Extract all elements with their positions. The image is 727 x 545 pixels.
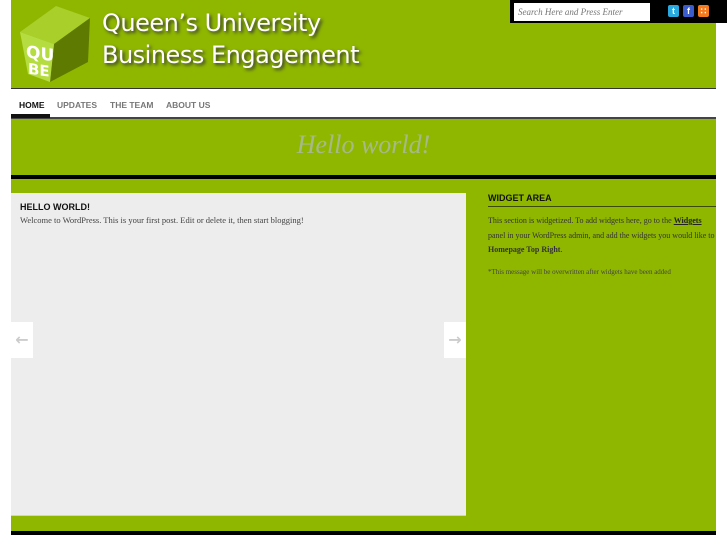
nav-updates[interactable]: UPDATES — [57, 100, 97, 110]
facebook-icon[interactable]: f — [683, 5, 694, 17]
main-nav: HOME UPDATES THE TEAM ABOUT US — [11, 90, 716, 119]
widget-text-part: This section is widgetized. To add widge… — [488, 216, 674, 225]
nav-the-team[interactable]: THE TEAM — [110, 100, 153, 110]
widget-text-part: panel in your WordPress admin, and add t… — [488, 230, 715, 240]
widget-text-part: . — [560, 245, 563, 254]
footer-divider — [11, 531, 716, 535]
twitter-icon[interactable]: t — [668, 5, 679, 17]
active-nav-indicator — [11, 114, 50, 118]
widget-title: WIDGET AREA — [488, 193, 552, 203]
rss-icon[interactable]: ∷ — [698, 5, 709, 17]
slider-next-button[interactable]: → — [444, 322, 466, 358]
nav-home[interactable]: HOME — [19, 100, 45, 110]
slider-prev-button[interactable]: ← — [11, 322, 33, 358]
post-slide — [11, 193, 466, 516]
search-input[interactable] — [514, 3, 650, 21]
widgets-link[interactable]: Widgets — [674, 216, 702, 225]
site-title-line1[interactable]: Queen’s University — [102, 9, 321, 37]
widget-area-name: Homepage Top Right — [488, 245, 561, 254]
post-title[interactable]: HELLO WORLD! — [20, 202, 90, 212]
post-excerpt: Welcome to WordPress. This is your first… — [20, 215, 304, 225]
nav-about-us[interactable]: ABOUT US — [166, 100, 210, 110]
widget-text: This section is widgetized. To add widge… — [488, 214, 716, 258]
widget-note: *This message will be overwritten after … — [488, 268, 671, 276]
widget-divider — [488, 206, 716, 207]
qube-logo[interactable]: QU BE — [16, 4, 92, 84]
site-title-line2[interactable]: Business Engagement — [102, 41, 360, 69]
featured-title[interactable]: Hello world! — [11, 130, 716, 160]
svg-text:BE: BE — [28, 60, 50, 81]
